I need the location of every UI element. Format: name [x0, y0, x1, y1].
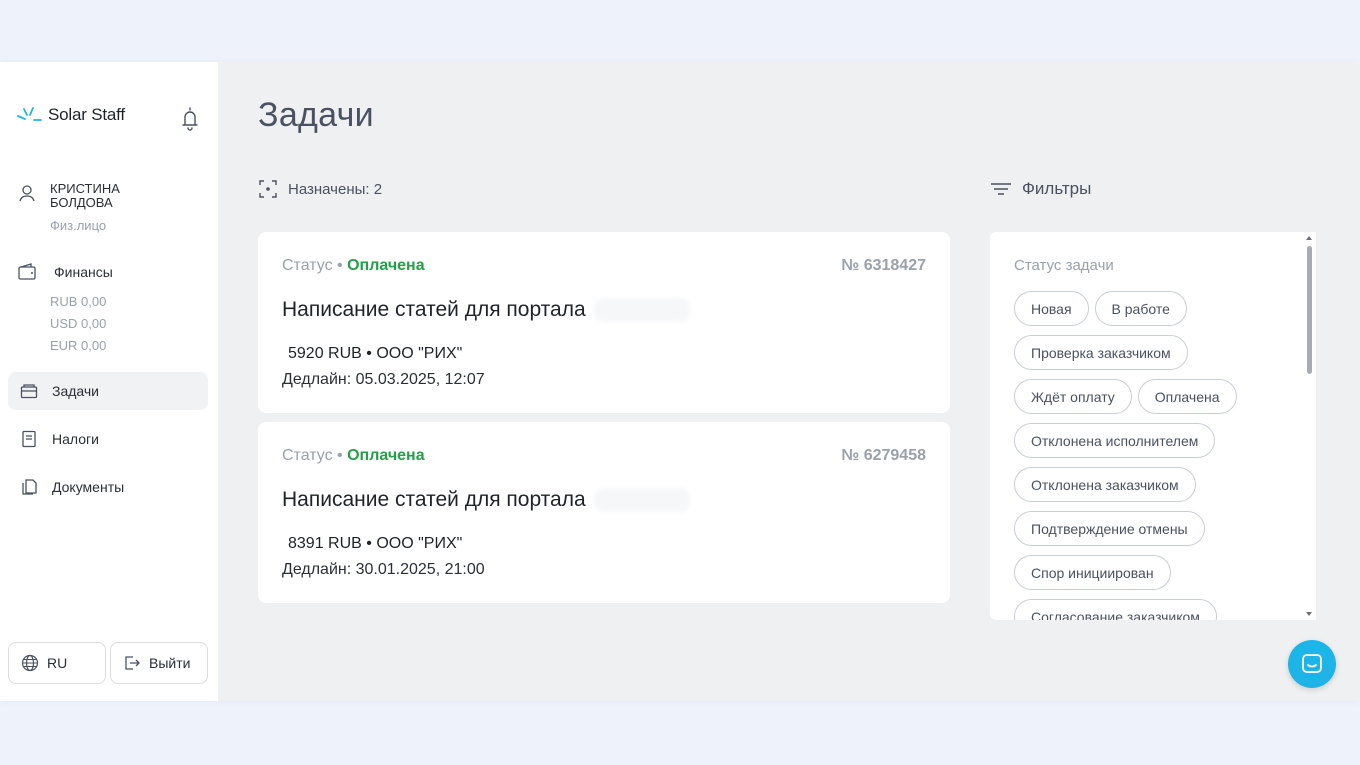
- task-title[interactable]: Написание статей для портала: [282, 488, 690, 513]
- status-chips: Новая В работе Проверка заказчиком Ждёт …: [1014, 291, 1304, 620]
- task-price: 8391 RUB • ООО "РИХ": [288, 535, 463, 552]
- language-label: RU: [47, 655, 68, 671]
- logout-button[interactable]: Выйти: [110, 642, 208, 684]
- briefcase-icon: [18, 380, 40, 402]
- filter-group-title: Статус задачи: [1014, 257, 1114, 274]
- bell-icon[interactable]: [178, 106, 202, 132]
- app-window: Solar Staff КРИСТИНА БОЛДОВА Физ.лицо Фи…: [0, 62, 1360, 701]
- filter-chip[interactable]: Подтверждение отмены: [1014, 511, 1205, 546]
- sun-logo-icon: [17, 107, 42, 121]
- scroll-down-arrow-icon[interactable]: [1306, 612, 1312, 616]
- sidebar: Solar Staff КРИСТИНА БОЛДОВА Физ.лицо Фи…: [0, 62, 218, 701]
- task-card[interactable]: Статус • Оплачена № 6279458 Написание ст…: [258, 422, 950, 603]
- sidebar-item-taxes[interactable]: Налоги: [8, 420, 208, 458]
- redacted-text: [593, 298, 690, 323]
- task-title[interactable]: Написание статей для портала: [282, 298, 690, 323]
- filter-scrollbar[interactable]: [1304, 232, 1316, 620]
- sidebar-item-label: Документы: [52, 479, 125, 495]
- language-button[interactable]: RU: [8, 642, 106, 684]
- sidebar-item-label: Задачи: [52, 383, 100, 399]
- filter-chip[interactable]: Отклонена заказчиком: [1014, 467, 1196, 502]
- main-content: Задачи Назначены: 2 Статус • Оплачена № …: [218, 62, 1360, 701]
- sidebar-item-label: Налоги: [52, 431, 99, 447]
- task-status: Статус • Оплачена: [282, 447, 425, 464]
- logout-icon: [125, 656, 140, 670]
- chat-icon: [1302, 654, 1322, 673]
- filter-panel: Статус задачи Новая В работе Проверка за…: [990, 232, 1316, 620]
- assigned-filter[interactable]: Назначены: 2: [258, 179, 382, 199]
- user-profile[interactable]: КРИСТИНА БОЛДОВА Физ.лицо: [16, 182, 211, 233]
- filter-chip[interactable]: Новая: [1014, 291, 1089, 326]
- receipt-icon: [18, 428, 40, 450]
- task-number: № 6318427: [841, 257, 926, 274]
- filter-chip[interactable]: В работе: [1094, 291, 1187, 326]
- filter-chip[interactable]: Спор инициирован: [1014, 555, 1171, 590]
- balance-eur: EUR 0,00: [50, 338, 107, 353]
- filter-icon: [991, 183, 1011, 195]
- filters-toggle[interactable]: Фильтры: [990, 179, 1091, 199]
- status-value: Оплачена: [347, 257, 425, 274]
- finance-label: Финансы: [54, 264, 113, 280]
- user-icon: [16, 182, 38, 204]
- wallet-icon: [16, 261, 38, 283]
- filter-chip[interactable]: Отклонена исполнителем: [1014, 423, 1216, 458]
- chat-button[interactable]: [1288, 640, 1336, 688]
- focus-icon: [259, 180, 277, 198]
- filter-chip[interactable]: Согласование заказчиком: [1014, 599, 1217, 620]
- scroll-up-arrow-icon[interactable]: [1306, 236, 1312, 240]
- status-value: Оплачена: [347, 447, 425, 464]
- sidebar-item-tasks[interactable]: Задачи: [8, 372, 208, 410]
- balance-rub: RUB 0,00: [50, 294, 107, 309]
- task-number: № 6279458: [841, 447, 926, 464]
- sidebar-nav: Задачи Налоги Документы: [8, 372, 208, 516]
- redacted-text: [593, 488, 690, 513]
- task-status: Статус • Оплачена: [282, 257, 425, 274]
- task-price: 5920 RUB • ООО "РИХ": [288, 345, 463, 362]
- filters-label: Фильтры: [1022, 179, 1092, 198]
- task-deadline: Дедлайн: 30.01.2025, 21:00: [282, 561, 485, 578]
- filter-chip[interactable]: Оплачена: [1137, 379, 1237, 414]
- finance-section[interactable]: Финансы RUB 0,00 USD 0,00 EUR 0,00: [16, 261, 211, 357]
- brand-logo[interactable]: Solar Staff: [16, 104, 125, 126]
- documents-icon: [18, 476, 40, 498]
- brand-name: Solar Staff: [48, 105, 125, 124]
- task-card[interactable]: Статус • Оплачена № 6318427 Написание ст…: [258, 232, 950, 413]
- task-deadline: Дедлайн: 05.03.2025, 12:07: [282, 371, 485, 388]
- user-name: КРИСТИНА БОЛДОВА: [50, 181, 120, 210]
- filter-chip[interactable]: Ждёт оплату: [1014, 379, 1132, 414]
- sidebar-footer: RU Выйти: [8, 642, 208, 684]
- globe-icon: [21, 654, 39, 672]
- filter-chip[interactable]: Проверка заказчиком: [1014, 335, 1188, 370]
- logout-label: Выйти: [149, 655, 191, 671]
- user-type: Физ.лицо: [50, 218, 107, 233]
- task-list: Статус • Оплачена № 6318427 Написание ст…: [258, 232, 950, 612]
- balance-usd: USD 0,00: [50, 316, 107, 331]
- scroll-thumb[interactable]: [1307, 246, 1312, 374]
- sidebar-item-documents[interactable]: Документы: [8, 468, 208, 506]
- assigned-count: Назначены: 2: [288, 180, 383, 198]
- page-title: Задачи: [258, 96, 374, 134]
